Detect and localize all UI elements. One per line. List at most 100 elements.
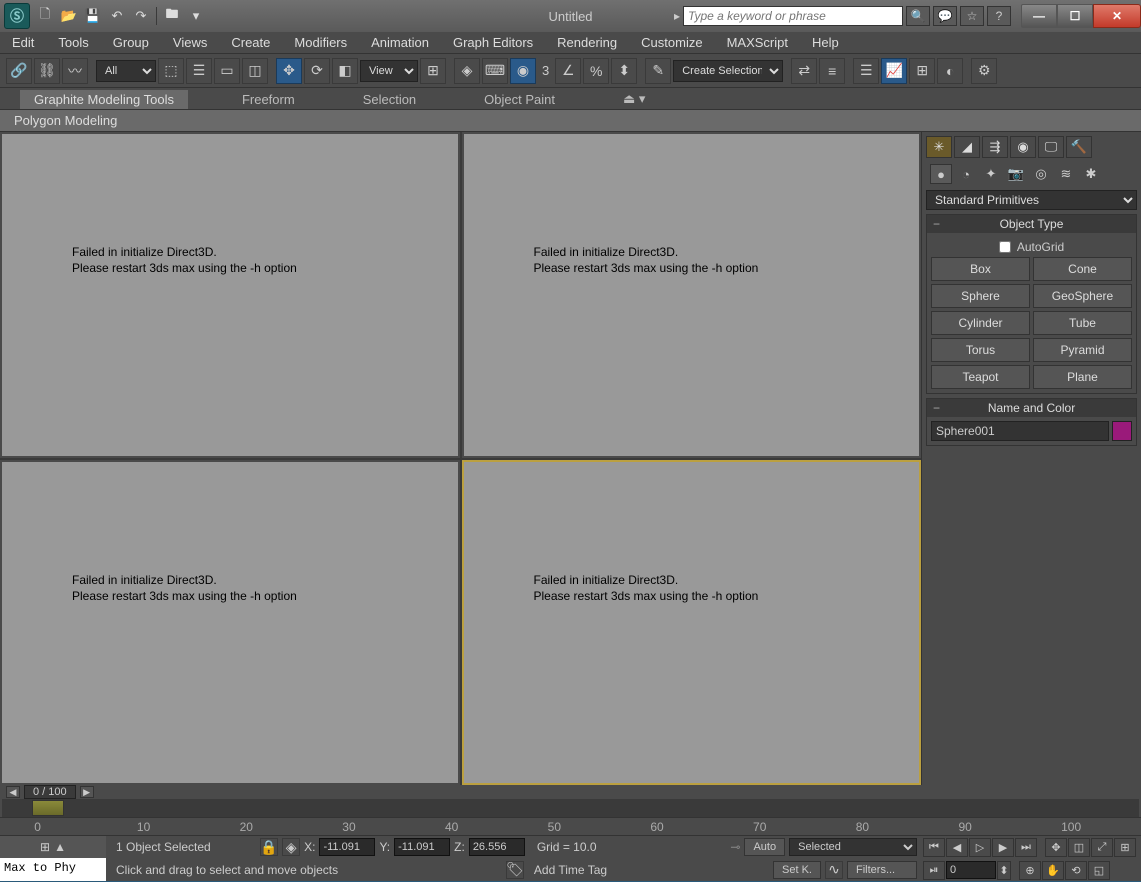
plane-button[interactable]: Plane	[1033, 365, 1132, 389]
teapot-button[interactable]: Teapot	[931, 365, 1030, 389]
timeline-prev-icon[interactable]: ◀	[6, 786, 20, 798]
viewport-top-left[interactable]: Failed in initialize Direct3D.Please res…	[0, 132, 460, 458]
maxscript-listener[interactable]: Max to Phy	[0, 858, 106, 881]
tab-freeform[interactable]: Freeform	[228, 90, 309, 109]
name-color-header[interactable]: Name and Color	[927, 399, 1136, 417]
tube-button[interactable]: Tube	[1033, 311, 1132, 335]
torus-button[interactable]: Torus	[931, 338, 1030, 362]
menu-animation[interactable]: Animation	[371, 35, 429, 50]
render-setup-icon[interactable]: ⚙	[971, 58, 997, 84]
viewport-top-right[interactable]: Failed in initialize Direct3D.Please res…	[462, 132, 922, 458]
category-dropdown[interactable]: Standard Primitives	[926, 190, 1137, 210]
curve-editor-icon[interactable]: 📈	[881, 58, 907, 84]
tab-selection[interactable]: Selection	[349, 90, 430, 109]
lock-icon[interactable]: 🔒	[260, 838, 278, 856]
menu-maxscript[interactable]: MAXScript	[727, 35, 788, 50]
polygon-modeling-label[interactable]: Polygon Modeling	[14, 113, 117, 128]
reference-coord-dropdown[interactable]: View	[360, 60, 418, 82]
app-menu-icon[interactable]: Ⓢ	[4, 3, 30, 29]
mirror-icon[interactable]: ⇄	[791, 58, 817, 84]
select-region-icon[interactable]: ▭	[214, 58, 240, 84]
menu-edit[interactable]: Edit	[12, 35, 34, 50]
time-slider-handle[interactable]	[32, 800, 64, 816]
rotate-icon[interactable]: ⟳	[304, 58, 330, 84]
spacewarps-icon[interactable]: ≋	[1055, 164, 1077, 184]
minimize-button[interactable]: —	[1021, 4, 1057, 28]
close-button[interactable]: ✕	[1093, 4, 1141, 28]
key-filter-dropdown[interactable]: Selected	[789, 838, 917, 856]
viewport-nav2-icon[interactable]: ◫	[1068, 838, 1090, 857]
helpers-icon[interactable]: ◎	[1030, 164, 1052, 184]
schematic-icon[interactable]: ⊞	[909, 58, 935, 84]
cone-button[interactable]: Cone	[1033, 257, 1132, 281]
color-swatch[interactable]	[1112, 421, 1132, 441]
menu-help[interactable]: Help	[812, 35, 839, 50]
key-filters-button[interactable]: Filters...	[847, 861, 917, 879]
systems-icon[interactable]: ✱	[1080, 164, 1102, 184]
tab-graphite[interactable]: Graphite Modeling Tools	[20, 90, 188, 109]
viewport-nav5-icon[interactable]: ⊕	[1019, 861, 1041, 880]
autogrid-checkbox[interactable]	[999, 241, 1011, 253]
new-icon[interactable]: 🗋	[34, 6, 56, 26]
viewport-nav1-icon[interactable]: ✥	[1045, 838, 1067, 857]
favorite-icon[interactable]: ☆	[960, 6, 984, 26]
material-editor-icon[interactable]: ◐	[937, 58, 963, 84]
undo-icon[interactable]: ↶	[106, 6, 128, 26]
z-input[interactable]	[469, 838, 525, 856]
lights-icon[interactable]: ✦	[980, 164, 1002, 184]
viewport-bottom-left[interactable]: Failed in initialize Direct3D.Please res…	[0, 460, 460, 786]
play-icon[interactable]: ▷	[969, 838, 991, 857]
timeline-next-icon[interactable]: ▶	[80, 786, 94, 798]
menu-rendering[interactable]: Rendering	[557, 35, 617, 50]
keyboard-shortcut-icon[interactable]: ⌨	[482, 58, 508, 84]
selection-filter-dropdown[interactable]: All	[96, 60, 156, 82]
transform-type-in-icon[interactable]: ⊞	[40, 840, 50, 854]
search-input[interactable]	[683, 6, 903, 26]
object-name-input[interactable]	[931, 421, 1109, 441]
cylinder-button[interactable]: Cylinder	[931, 311, 1030, 335]
menu-create[interactable]: Create	[231, 35, 270, 50]
spinner-up-icon[interactable]: ▲	[54, 840, 66, 854]
shapes-icon[interactable]: ◔	[955, 164, 977, 184]
tab-object-paint[interactable]: Object Paint	[470, 90, 569, 109]
frame-spinner-icon[interactable]: ⬍	[997, 861, 1011, 880]
viewport-nav4-icon[interactable]: ⊞	[1114, 838, 1136, 857]
create-tab-icon[interactable]: ✳	[926, 136, 952, 158]
geometry-icon[interactable]: ●	[930, 164, 952, 184]
menu-tools[interactable]: Tools	[58, 35, 88, 50]
prev-frame-icon[interactable]: ◀	[946, 838, 968, 857]
unlink-icon[interactable]: ⛓	[34, 58, 60, 84]
project-icon[interactable]: 🖿	[161, 6, 183, 26]
geosphere-button[interactable]: GeoSphere	[1033, 284, 1132, 308]
viewport-nav7-icon[interactable]: ⟲	[1065, 861, 1087, 880]
hierarchy-tab-icon[interactable]: ⇶	[982, 136, 1008, 158]
add-time-tag-label[interactable]: Add Time Tag	[528, 863, 613, 877]
select-by-name-icon[interactable]: ☰	[186, 58, 212, 84]
motion-tab-icon[interactable]: ◉	[1010, 136, 1036, 158]
qat-dropdown-icon[interactable]: ▾	[185, 6, 207, 26]
window-crossing-icon[interactable]: ◫	[242, 58, 268, 84]
viewport-nav8-icon[interactable]: ◱	[1088, 861, 1110, 880]
scale-icon[interactable]: ◧	[332, 58, 358, 84]
bind-icon[interactable]: 〰	[62, 58, 88, 84]
percent-snap-icon[interactable]: %	[583, 58, 609, 84]
goto-start-icon[interactable]: ⏮	[923, 838, 945, 857]
modify-tab-icon[interactable]: ◢	[954, 136, 980, 158]
align-icon[interactable]: ≡	[819, 58, 845, 84]
y-input[interactable]	[394, 838, 450, 856]
menu-group[interactable]: Group	[113, 35, 149, 50]
redo-icon[interactable]: ↷	[130, 6, 152, 26]
time-slider-track[interactable]	[2, 799, 1139, 817]
ribbon-options-icon[interactable]: ⏏ ▾	[609, 89, 659, 109]
menu-grapheditors[interactable]: Graph Editors	[453, 35, 533, 50]
display-tab-icon[interactable]: 🖵	[1038, 136, 1064, 158]
menu-customize[interactable]: Customize	[641, 35, 702, 50]
viewport-bottom-right[interactable]: Failed in initialize Direct3D.Please res…	[462, 460, 922, 786]
communication-icon[interactable]: 💬	[933, 6, 957, 26]
manipulate-icon[interactable]: ◈	[454, 58, 480, 84]
sphere-button[interactable]: Sphere	[931, 284, 1030, 308]
named-selection-edit-icon[interactable]: ✎	[645, 58, 671, 84]
utilities-tab-icon[interactable]: 🔨	[1066, 136, 1092, 158]
search-chevron-icon[interactable]: ▸	[674, 9, 680, 23]
save-icon[interactable]: 💾	[82, 6, 104, 26]
